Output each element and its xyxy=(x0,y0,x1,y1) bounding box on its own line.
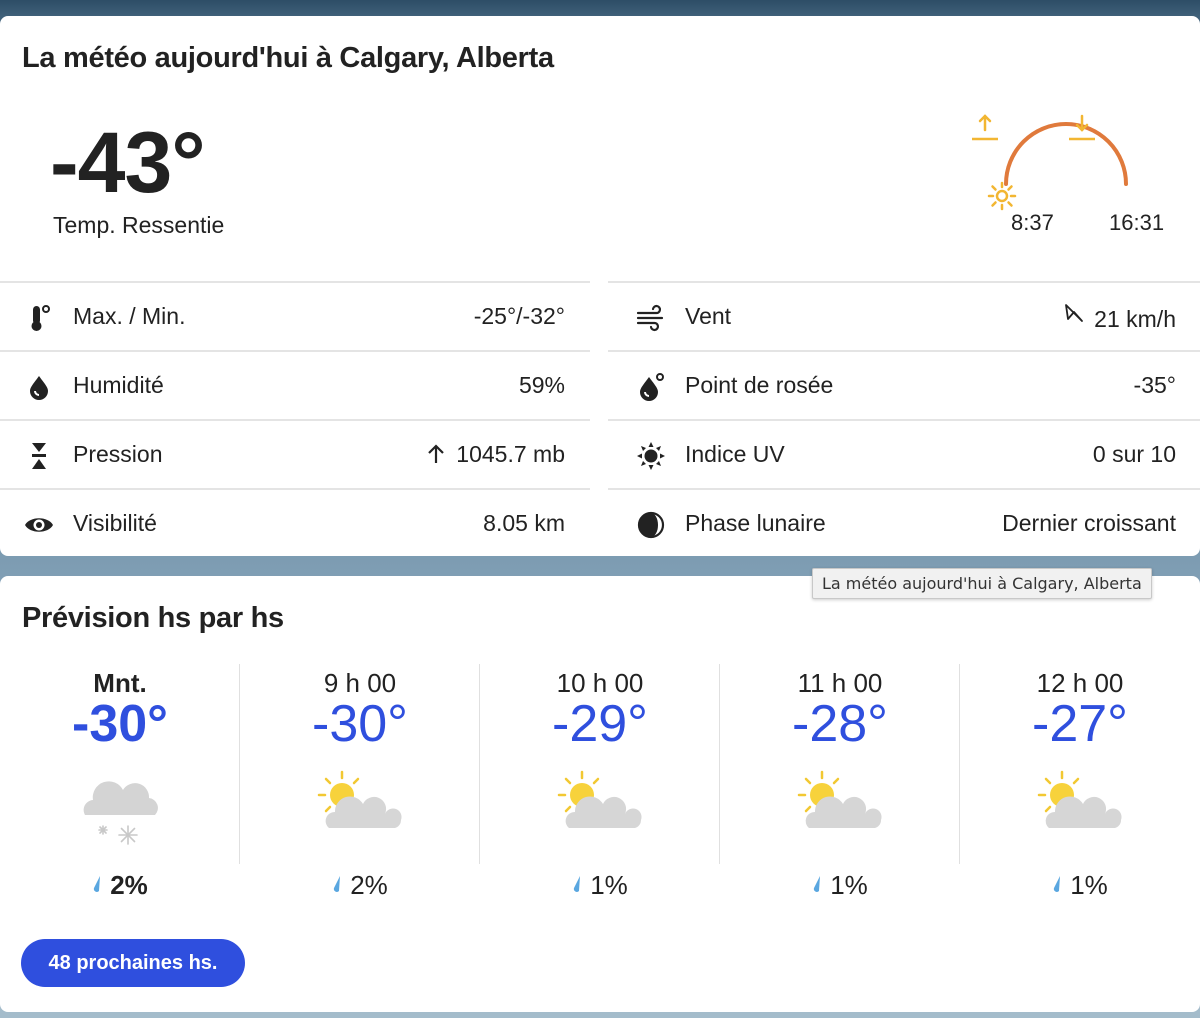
detail-row-pressure: Pression 1045.7 mb xyxy=(0,419,590,488)
rain-drop-icon xyxy=(334,876,341,892)
wind-direction-icon xyxy=(1065,304,1084,322)
precip-value: 1% xyxy=(830,870,868,900)
sun-position-icon xyxy=(987,181,1017,211)
detail-label: Indice UV xyxy=(685,441,785,467)
today-title: La météo aujourd'hui à Calgary, Alberta xyxy=(22,42,554,74)
detail-value: -25°/-32° xyxy=(473,303,565,329)
partly-cloudy-icon xyxy=(317,770,402,828)
detail-row-dew-point: Point de rosée -35° xyxy=(608,350,1200,419)
hour-item[interactable]: 9 h 00 -30° 2% xyxy=(240,664,480,900)
eye-icon xyxy=(25,518,53,532)
sunset-icon xyxy=(1069,114,1095,141)
rain-drop-icon xyxy=(814,876,821,892)
hourly-title: Prévision hs par hs xyxy=(22,602,284,634)
feels-like-label: Temp. Ressentie xyxy=(53,212,225,238)
detail-row-wind: Vent 21 km/h xyxy=(608,281,1200,350)
title-tooltip: La météo aujourd'hui à Calgary, Alberta xyxy=(812,568,1152,599)
precip-value: 2% xyxy=(350,870,388,900)
hour-item[interactable]: 10 h 00 -29° 1% xyxy=(480,664,720,900)
dew-point-icon xyxy=(640,373,664,401)
hour-temperature: -30° xyxy=(72,695,168,753)
thermometer-icon xyxy=(31,305,50,331)
detail-value: 21 km/h xyxy=(1064,303,1176,333)
today-weather-card: La météo aujourd'hui à Calgary, Alberta … xyxy=(0,16,1200,556)
moon-phase-icon xyxy=(637,511,665,539)
hour-precipitation: 1% xyxy=(720,870,960,901)
detail-label: Point de rosée xyxy=(685,372,834,398)
cloud-snow-icon xyxy=(83,781,158,845)
detail-row-visibility: Visibilité 8.05 km xyxy=(0,488,590,557)
detail-value: 0 sur 10 xyxy=(1092,441,1176,467)
hour-precipitation: 1% xyxy=(960,870,1200,901)
details-right: Vent 21 km/h Point de rosée -35° Indice … xyxy=(608,281,1200,557)
hour-temperature: -30° xyxy=(312,695,408,753)
sun-times-widget: 8:37 16:31 xyxy=(960,112,1190,242)
hour-precipitation: 2% xyxy=(0,870,240,901)
wind-value: 21 km/h xyxy=(1094,306,1176,332)
detail-value: -35° xyxy=(1133,372,1176,398)
feels-like-temperature: -43° xyxy=(50,115,206,211)
next-48-hours-button[interactable]: 48 prochaines hs. xyxy=(21,939,245,987)
detail-label: Pression xyxy=(73,441,163,467)
hour-temperature: -27° xyxy=(1032,695,1128,753)
detail-label: Humidité xyxy=(73,372,164,398)
detail-label: Phase lunaire xyxy=(685,510,826,536)
detail-label: Visibilité xyxy=(73,510,157,536)
sunrise-icon xyxy=(972,114,998,141)
detail-value: 8.05 km xyxy=(483,510,565,536)
rain-drop-icon xyxy=(94,876,101,892)
detail-label: Max. / Min. xyxy=(73,303,186,329)
pressure-icon xyxy=(32,443,46,469)
rain-drop-icon xyxy=(1054,876,1061,892)
hour-precipitation: 1% xyxy=(480,870,720,901)
partly-cloudy-icon xyxy=(1037,770,1122,828)
partly-cloudy-icon xyxy=(557,770,642,828)
detail-row-humidity: Humidité 59% xyxy=(0,350,590,419)
pressure-rising-icon xyxy=(428,444,445,463)
hourly-list: Mnt. -30° 2% 9 h 00 -30° 2% 10 h 00 -29°… xyxy=(0,664,1200,900)
hour-temperature: -28° xyxy=(792,695,888,753)
precip-value: 1% xyxy=(590,870,628,900)
details-left: Max. / Min. -25°/-32° Humidité 59% Press… xyxy=(0,281,590,557)
detail-row-moon-phase: Phase lunaire Dernier croissant xyxy=(608,488,1200,557)
partly-cloudy-icon xyxy=(797,770,882,828)
wind-icon xyxy=(636,304,664,332)
uv-sun-icon xyxy=(637,442,665,470)
hour-item-now[interactable]: Mnt. -30° 2% xyxy=(0,664,240,900)
pressure-value: 1045.7 mb xyxy=(456,441,565,467)
detail-value: 59% xyxy=(518,372,565,398)
detail-row-uv-index: Indice UV 0 sur 10 xyxy=(608,419,1200,488)
sunrise-time: 8:37 xyxy=(1011,210,1054,235)
hour-temperature: -29° xyxy=(552,695,648,753)
hour-precipitation: 2% xyxy=(240,870,480,901)
hour-item[interactable]: 12 h 00 -27° 1% xyxy=(960,664,1200,900)
hour-item[interactable]: 11 h 00 -28° 1% xyxy=(720,664,960,900)
precip-value: 2% xyxy=(110,870,148,900)
detail-value: Dernier croissant xyxy=(1002,510,1176,536)
hourly-forecast-card: Prévision hs par hs Mnt. -30° 2% 9 h 00 … xyxy=(0,576,1200,1012)
sunset-time: 16:31 xyxy=(1109,210,1165,235)
detail-row-max-min: Max. / Min. -25°/-32° xyxy=(0,281,590,350)
precip-value: 1% xyxy=(1070,870,1108,900)
rain-drop-icon xyxy=(574,876,581,892)
detail-value: 1045.7 mb xyxy=(426,441,565,468)
detail-label: Vent xyxy=(685,303,732,329)
humidity-drop-icon xyxy=(30,376,48,400)
